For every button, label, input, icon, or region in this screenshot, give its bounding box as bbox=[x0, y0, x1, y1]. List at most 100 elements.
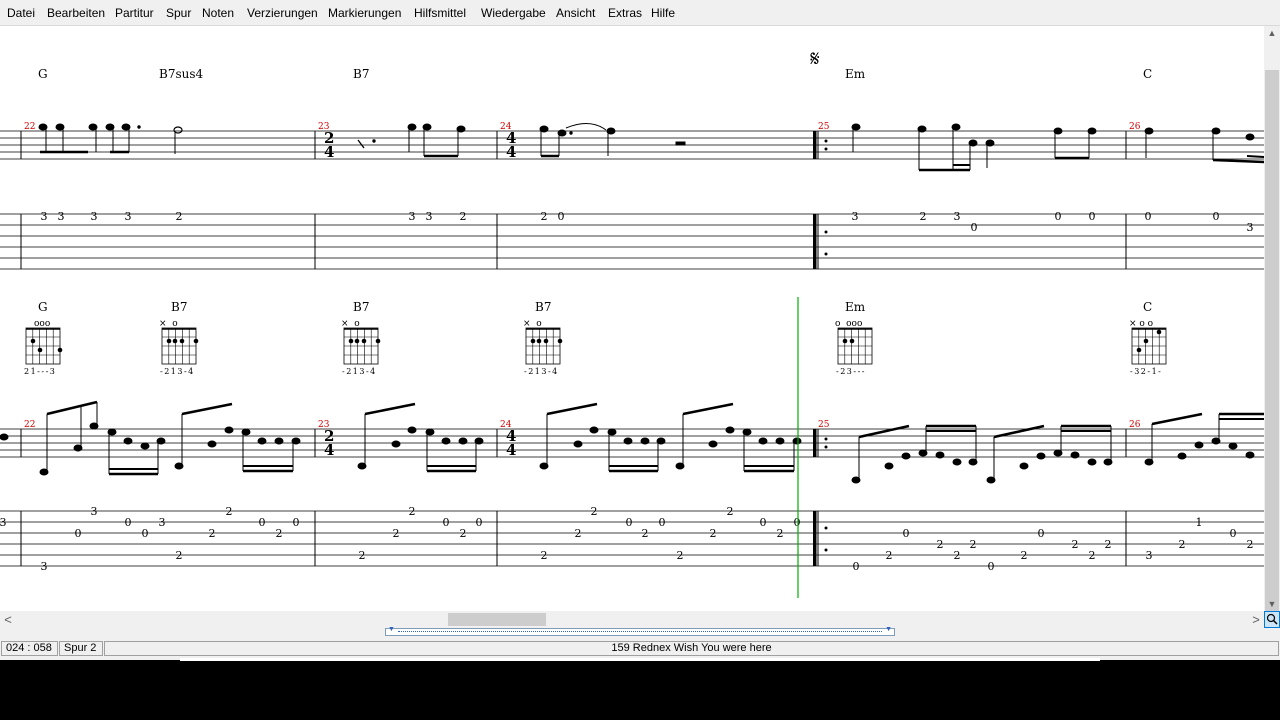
svg-text:2: 2 bbox=[1105, 538, 1112, 551]
svg-text:-213-4: -213-4 bbox=[524, 367, 559, 376]
tab-number: 3 bbox=[0, 516, 7, 529]
chord-name: G bbox=[38, 300, 48, 314]
menu-spur[interactable]: Spur bbox=[166, 6, 191, 20]
svg-text:× o o: × o o bbox=[1129, 319, 1153, 329]
menu-bearbeiten[interactable]: Bearbeiten bbox=[47, 6, 105, 20]
tab-number: 2 bbox=[575, 527, 582, 540]
svg-text:× o: × o bbox=[523, 319, 542, 329]
tab-number: 3 bbox=[91, 210, 98, 223]
chord-name: Em bbox=[845, 67, 866, 81]
range-end-marker-icon[interactable]: ▼ bbox=[885, 626, 892, 633]
score-canvas: 𝄋 G B7sus4 B7 Em C 22 23 24 25 26 2 4 4 … bbox=[0, 47, 1264, 598]
measure-number: 26 bbox=[1129, 420, 1141, 430]
menu-hilfsmittel[interactable]: Hilfsmittel bbox=[414, 6, 466, 20]
chord-name: C bbox=[1143, 67, 1152, 81]
tab-number: 2 bbox=[1021, 549, 1028, 562]
tab-number: 2 bbox=[176, 549, 183, 562]
menu-bar: Datei Bearbeiten Partitur Spur Noten Ver… bbox=[0, 0, 1280, 26]
tab-number: 0 bbox=[903, 527, 910, 540]
menu-wiedergabe[interactable]: Wiedergabe bbox=[481, 6, 546, 20]
svg-text:2: 2 bbox=[954, 549, 961, 562]
tab-staff bbox=[0, 213, 1264, 270]
scroll-up-icon[interactable]: ▲ bbox=[1264, 26, 1280, 40]
tab-number: 0 bbox=[853, 560, 860, 573]
menu-extras[interactable]: Extras bbox=[608, 6, 642, 20]
menu-noten[interactable]: Noten bbox=[202, 6, 234, 20]
measure-number: 25 bbox=[818, 420, 830, 430]
chord-diagram: o ooo -23--- bbox=[835, 319, 873, 376]
segno-sign: 𝄋 bbox=[810, 47, 819, 72]
tab-number: 3 bbox=[1146, 549, 1153, 562]
tab-number: 2 bbox=[409, 505, 416, 518]
tab-number: 3 bbox=[409, 210, 416, 223]
tab-number: 0 bbox=[125, 516, 132, 529]
svg-text:ooo: ooo bbox=[34, 319, 50, 329]
vertical-scroll-thumb[interactable] bbox=[1265, 70, 1279, 620]
menu-hilfe[interactable]: Hilfe bbox=[651, 6, 675, 20]
tab-number: 2 bbox=[541, 210, 548, 223]
tab-number: 2 bbox=[727, 505, 734, 518]
tab-number: 2 bbox=[677, 549, 684, 562]
status-title: 159 Rednex Wish You were here bbox=[104, 641, 1279, 656]
svg-text:2: 2 bbox=[1072, 538, 1079, 551]
notes-system-1 bbox=[38, 123, 1264, 172]
scroll-left-icon[interactable]: < bbox=[0, 611, 16, 628]
status-track: Spur 2 bbox=[59, 641, 103, 656]
tab-number: 2 bbox=[1247, 538, 1254, 551]
time-sig-bottom: 4 bbox=[324, 143, 334, 161]
tab-number: 3 bbox=[125, 210, 132, 223]
svg-text:-23---: -23--- bbox=[836, 367, 866, 376]
chord-name: B7 bbox=[535, 300, 551, 314]
scroll-down-icon[interactable]: ▼ bbox=[1264, 597, 1280, 611]
chord-name: B7 bbox=[353, 300, 369, 314]
tab-number: 0 bbox=[1145, 210, 1152, 223]
score-view[interactable]: 𝄋 G B7sus4 B7 Em C 22 23 24 25 26 2 4 4 … bbox=[0, 26, 1264, 611]
tab-number: 3 bbox=[1247, 221, 1254, 234]
tab-number: 2 bbox=[460, 527, 467, 540]
horizontal-scroll-thumb[interactable] bbox=[448, 613, 546, 626]
tab-number: 3 bbox=[41, 560, 48, 573]
tab-number: 2 bbox=[777, 527, 784, 540]
scroll-right-icon[interactable]: > bbox=[1248, 611, 1264, 628]
tab-number: 3 bbox=[852, 210, 859, 223]
tab-number: 3 bbox=[91, 505, 98, 518]
time-sig-bottom: 4 bbox=[506, 143, 516, 161]
svg-text:21---3: 21---3 bbox=[24, 367, 56, 376]
zoom-icon[interactable] bbox=[1264, 611, 1280, 628]
svg-text:-213-4: -213-4 bbox=[342, 367, 377, 376]
tab-number: 2 bbox=[710, 527, 717, 540]
menu-ansicht[interactable]: Ansicht bbox=[556, 6, 595, 20]
menu-markierungen[interactable]: Markierungen bbox=[328, 6, 401, 20]
tab-number: 2 bbox=[920, 210, 927, 223]
svg-text:× o: × o bbox=[341, 319, 360, 329]
notation-staff bbox=[0, 130, 1264, 160]
status-bar: 024 : 058 Spur 2 159 Rednex Wish You wer… bbox=[0, 640, 1280, 658]
svg-text:2: 2 bbox=[970, 538, 977, 551]
chord-diagram: × o o -32-1- bbox=[1129, 319, 1167, 376]
tab-number: 0 bbox=[476, 516, 483, 529]
chord-name: B7 bbox=[171, 300, 187, 314]
tab-number: 3 bbox=[426, 210, 433, 223]
tab-number: 2 bbox=[591, 505, 598, 518]
chord-name: C bbox=[1143, 300, 1152, 314]
tab-number: 2 bbox=[460, 210, 467, 223]
tab-number: 3 bbox=[58, 210, 65, 223]
tab-number: 3 bbox=[159, 516, 166, 529]
tab-number: 3 bbox=[954, 210, 961, 223]
chord-name: B7sus4 bbox=[159, 67, 203, 81]
track-range-bar[interactable]: ▼ ▼ bbox=[385, 626, 895, 636]
bottom-strip bbox=[180, 658, 1100, 661]
range-start-marker-icon[interactable]: ▼ bbox=[388, 626, 395, 633]
menu-verzierungen[interactable]: Verzierungen bbox=[247, 6, 318, 20]
menu-partitur[interactable]: Partitur bbox=[115, 6, 154, 20]
chord-name: Em bbox=[845, 300, 866, 314]
tab-number: 0 bbox=[1055, 210, 1062, 223]
svg-text:-213-4: -213-4 bbox=[160, 367, 195, 376]
tab-number: 0 bbox=[259, 516, 266, 529]
tab-number: 0 bbox=[626, 516, 633, 529]
tab-number: 0 bbox=[558, 210, 565, 223]
vertical-scrollbar[interactable]: ▲ ▼ bbox=[1264, 26, 1280, 620]
menu-datei[interactable]: Datei bbox=[7, 6, 35, 20]
horizontal-scrollbar[interactable]: < > bbox=[0, 611, 1264, 628]
time-sig-bottom: 4 bbox=[324, 441, 334, 459]
